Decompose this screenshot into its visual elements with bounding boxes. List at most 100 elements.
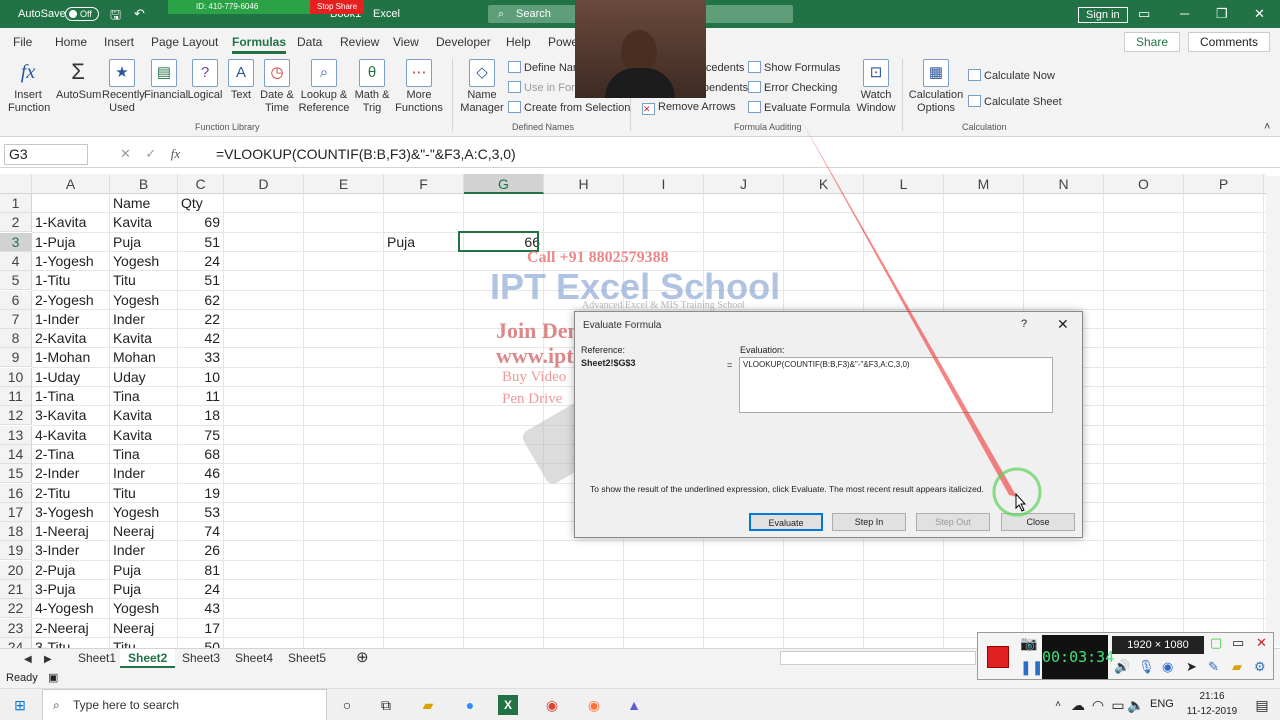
- cell[interactable]: Inder: [110, 310, 178, 329]
- select-all-corner[interactable]: [0, 174, 32, 194]
- cell[interactable]: 46: [178, 464, 224, 483]
- cell[interactable]: 81: [178, 561, 224, 580]
- column-header-e[interactable]: E: [304, 174, 384, 194]
- speaker-icon[interactable]: 🔊: [1114, 659, 1130, 675]
- cell[interactable]: Puja: [110, 233, 178, 252]
- lookup-reference-button[interactable]: ⌕ Lookup & Reference: [298, 59, 350, 115]
- tab-home[interactable]: Home: [55, 35, 87, 49]
- cell[interactable]: Puja: [110, 561, 178, 580]
- clock-date[interactable]: 11-12-2019: [1178, 706, 1246, 717]
- cell[interactable]: Kavita: [110, 329, 178, 348]
- calculate-sheet-button[interactable]: Calculate Sheet: [968, 95, 1062, 108]
- insert-function-button[interactable]: fx Insert Function: [8, 59, 50, 115]
- start-windows-icon[interactable]: ⊞: [10, 695, 30, 715]
- cell[interactable]: 50: [178, 638, 224, 648]
- webcam-icon[interactable]: ◉: [1162, 659, 1173, 675]
- cell[interactable]: Titu: [110, 484, 178, 503]
- row-header[interactable]: 23: [0, 618, 32, 638]
- cell[interactable]: 2-Titu: [32, 484, 110, 503]
- macro-record-icon[interactable]: ▣: [48, 671, 58, 684]
- record-stop-button[interactable]: [987, 646, 1009, 668]
- row-header[interactable]: 14: [0, 444, 32, 464]
- row-header[interactable]: 21: [0, 580, 32, 599]
- horizontal-scrollbar[interactable]: [780, 651, 976, 665]
- excel-app-icon[interactable]: X: [498, 695, 518, 715]
- cell[interactable]: Titu: [110, 638, 178, 648]
- column-header-d[interactable]: D: [224, 174, 304, 194]
- cell[interactable]: 1-Tina: [32, 387, 110, 406]
- math-trig-button[interactable]: θ Math & Trig: [352, 59, 392, 115]
- tab-page-layout[interactable]: Page Layout: [151, 35, 218, 49]
- battery-icon[interactable]: ▭: [1108, 695, 1128, 715]
- row-header[interactable]: 8: [0, 329, 32, 349]
- row-header[interactable]: 17: [0, 502, 32, 522]
- column-header-h[interactable]: H: [544, 174, 624, 194]
- row-header[interactable]: 6: [0, 290, 32, 310]
- calculate-now-button[interactable]: Calculate Now: [968, 69, 1055, 82]
- tab-view[interactable]: View: [393, 35, 419, 49]
- cell[interactable]: Name: [110, 194, 178, 213]
- pause-icon[interactable]: ❚❚: [1020, 659, 1043, 676]
- cell[interactable]: 3-Inder: [32, 541, 110, 560]
- undo-icon[interactable]: ↶: [134, 6, 145, 22]
- row-header[interactable]: 19: [0, 541, 32, 561]
- cell[interactable]: 3-Yogesh: [32, 503, 110, 522]
- cell[interactable]: 1-Titu: [32, 271, 110, 290]
- wifi-icon[interactable]: ◠: [1088, 695, 1108, 715]
- language-indicator[interactable]: ENG: [1150, 698, 1174, 710]
- cell[interactable]: 1-Kavita: [32, 213, 110, 232]
- cell[interactable]: Tina: [110, 387, 178, 406]
- cancel-icon[interactable]: ✕: [120, 146, 131, 161]
- cell[interactable]: Inder: [110, 464, 178, 483]
- text-button[interactable]: A Text: [226, 59, 256, 102]
- add-sheet-icon[interactable]: ⊕: [348, 649, 377, 668]
- cell[interactable]: Yogesh: [110, 291, 178, 310]
- cortana-icon[interactable]: ○: [337, 695, 357, 715]
- cell[interactable]: 2-Kavita: [32, 329, 110, 348]
- cell[interactable]: 74: [178, 522, 224, 541]
- formula-input[interactable]: =VLOOKUP(COUNTIF(B:B,F3)&"-"&F3,A:C,3,0): [216, 146, 516, 162]
- cell[interactable]: Yogesh: [110, 503, 178, 522]
- column-header-a[interactable]: A: [32, 174, 110, 194]
- column-header-m[interactable]: M: [944, 174, 1024, 194]
- stop-share-button[interactable]: Stop Share: [310, 0, 364, 14]
- cell[interactable]: Neeraj: [110, 522, 178, 541]
- error-checking-button[interactable]: Error Checking: [748, 81, 837, 94]
- cell[interactable]: 19: [178, 484, 224, 503]
- cell[interactable]: 4-Yogesh: [32, 599, 110, 618]
- row-header[interactable]: 4: [0, 251, 32, 271]
- cell[interactable]: 1-Uday: [32, 368, 110, 387]
- row-header[interactable]: 18: [0, 522, 32, 542]
- cell[interactable]: Tina: [110, 445, 178, 464]
- sheet-tab-5[interactable]: Sheet5: [280, 649, 334, 668]
- cell[interactable]: 11: [178, 387, 224, 406]
- row-header[interactable]: 11: [0, 387, 32, 406]
- row-header[interactable]: 10: [0, 367, 32, 387]
- logical-button[interactable]: ? Logical: [186, 59, 224, 102]
- column-header-o[interactable]: O: [1104, 174, 1184, 194]
- evaluate-formula-button[interactable]: Evaluate Formula: [748, 101, 850, 114]
- pen-icon[interactable]: ✎: [1208, 659, 1219, 675]
- column-header-k[interactable]: K: [784, 174, 864, 194]
- cell[interactable]: 43: [178, 599, 224, 618]
- cell[interactable]: 53: [178, 503, 224, 522]
- autosum-button[interactable]: Σ AutoSum: [56, 59, 101, 102]
- cell[interactable]: 2-Tina: [32, 445, 110, 464]
- row-header[interactable]: 20: [0, 560, 32, 580]
- dialog-close-icon[interactable]: ✕: [1057, 316, 1069, 333]
- taskbar-search-box[interactable]: ⌕ Type here to search: [42, 689, 327, 720]
- row-header[interactable]: 3: [0, 232, 32, 252]
- collapse-ribbon-icon[interactable]: ˄: [1264, 121, 1270, 133]
- column-header-p[interactable]: P: [1184, 174, 1264, 194]
- tab-developer[interactable]: Developer: [436, 35, 491, 49]
- column-header-n[interactable]: N: [1024, 174, 1104, 194]
- restore-icon[interactable]: ❐: [1216, 6, 1228, 22]
- more-functions-button[interactable]: ⋯ More Functions: [394, 59, 444, 115]
- cell[interactable]: 10: [178, 368, 224, 387]
- row-header[interactable]: 9: [0, 348, 32, 368]
- cell[interactable]: 4-Kavita: [32, 426, 110, 445]
- cell[interactable]: Kavita: [110, 213, 178, 232]
- sheet-tab-1[interactable]: Sheet1: [70, 649, 124, 668]
- close-window-icon[interactable]: ✕: [1254, 6, 1265, 22]
- help-icon[interactable]: ?: [1021, 318, 1027, 330]
